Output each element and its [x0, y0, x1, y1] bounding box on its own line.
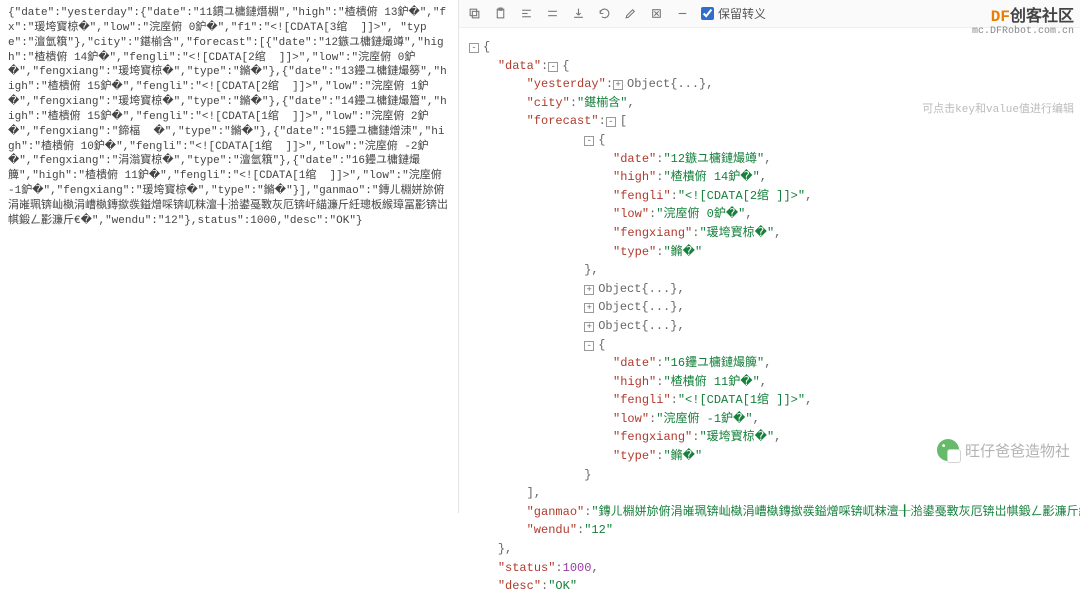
key-high[interactable]: "high" — [613, 170, 656, 184]
key-high[interactable]: "high" — [613, 375, 656, 389]
val-fengxiang[interactable]: "瑗垮寳椋�" — [699, 226, 774, 240]
collapse-icon[interactable]: - — [548, 62, 558, 72]
copy-icon[interactable] — [467, 7, 481, 21]
key-fengli[interactable]: "fengli" — [613, 393, 671, 407]
val-city[interactable]: "鍖椾含" — [577, 96, 627, 110]
val-fengxiang[interactable]: "瑗垮寳椋�" — [699, 430, 774, 444]
keep-escape-label: 保留转义 — [718, 5, 766, 22]
minus-icon[interactable] — [675, 7, 689, 21]
collapse-icon[interactable]: - — [584, 341, 594, 351]
formatted-pane: 保留转义 可点击key和value值进行编辑 -{ "data":-{ "yes… — [458, 0, 1080, 513]
key-low[interactable]: "low" — [613, 412, 649, 426]
key-desc[interactable]: "desc" — [498, 579, 541, 593]
key-type[interactable]: "type" — [613, 449, 656, 463]
site-logo: DF创客社区 mc.DFRobot.com.cn — [972, 2, 1074, 37]
val-date[interactable]: "16鑸ユ槦鏈熶簲" — [663, 356, 764, 370]
keep-escape-toggle[interactable]: 保留转义 — [701, 5, 766, 22]
format-icon[interactable] — [519, 7, 533, 21]
wechat-watermark: 旺仔爸爸造物社 — [937, 439, 1070, 461]
val-high[interactable]: "楂樻俯 14鈩�" — [663, 170, 759, 184]
paste-icon[interactable] — [493, 7, 507, 21]
val-date[interactable]: "12鏃ユ槦鏈熶竴" — [663, 152, 764, 166]
key-date[interactable]: "date" — [613, 152, 656, 166]
keep-escape-checkbox[interactable] — [701, 7, 714, 20]
expand-icon[interactable]: + — [584, 322, 594, 332]
val-fengli[interactable]: "<![CDATA[2绾 ]]>" — [678, 189, 805, 203]
expand-icon[interactable]: + — [613, 80, 623, 90]
edit-icon[interactable] — [623, 7, 637, 21]
key-fengxiang[interactable]: "fengxiang" — [613, 430, 692, 444]
val-status[interactable]: 1000 — [563, 561, 592, 575]
edit-hint: 可点击key和value值进行编辑 — [922, 100, 1074, 116]
key-yesterday[interactable]: "yesterday" — [527, 77, 606, 91]
key-date[interactable]: "date" — [613, 356, 656, 370]
clear-icon[interactable] — [649, 7, 663, 21]
val-ganmao[interactable]: "鏄ㄦ棩姘旀俯涓嶉珮锛屾槸涓嶆槸鏄撳彂鎰熷啋锛屼粖澶╂湁鍙戞斁灰厄锛岀帺鍛ㄥ彲濂… — [591, 505, 1080, 519]
val-fengli[interactable]: "<![CDATA[1绾 ]]>" — [678, 393, 805, 407]
watermark-text: 旺仔爸爸造物社 — [965, 440, 1070, 461]
key-city[interactable]: "city" — [527, 96, 570, 110]
compress-icon[interactable] — [545, 7, 559, 21]
wechat-icon — [937, 439, 959, 461]
val-low[interactable]: "浣庢俯 0鈩�" — [656, 207, 745, 221]
key-forecast[interactable]: "forecast" — [527, 114, 599, 128]
key-type[interactable]: "type" — [613, 245, 656, 259]
val-wendu[interactable]: "12" — [584, 523, 613, 537]
key-status[interactable]: "status" — [498, 561, 556, 575]
val-low[interactable]: "浣庢俯 -1鈩�" — [656, 412, 752, 426]
key-wendu[interactable]: "wendu" — [527, 523, 577, 537]
val-type[interactable]: "鏅�" — [663, 245, 702, 259]
raw-json-pane[interactable]: {"date":"yesterday":{"date":"11鏆ユ槦鏈熸棩","… — [0, 0, 458, 513]
reload-icon[interactable] — [597, 7, 611, 21]
key-low[interactable]: "low" — [613, 207, 649, 221]
expand-icon[interactable]: + — [584, 303, 594, 313]
key-fengxiang[interactable]: "fengxiang" — [613, 226, 692, 240]
val-desc[interactable]: "OK" — [548, 579, 577, 593]
collapse-icon[interactable]: - — [606, 117, 616, 127]
key-data[interactable]: "data" — [498, 59, 541, 73]
key-ganmao[interactable]: "ganmao" — [527, 505, 585, 519]
collapse-icon[interactable]: - — [469, 43, 479, 53]
expand-icon[interactable]: + — [584, 285, 594, 295]
collapse-icon[interactable]: - — [584, 136, 594, 146]
val-high[interactable]: "楂樻俯 11鈩�" — [663, 375, 759, 389]
key-fengli[interactable]: "fengli" — [613, 189, 671, 203]
val-type[interactable]: "鏅�" — [663, 449, 702, 463]
download-icon[interactable] — [571, 7, 585, 21]
